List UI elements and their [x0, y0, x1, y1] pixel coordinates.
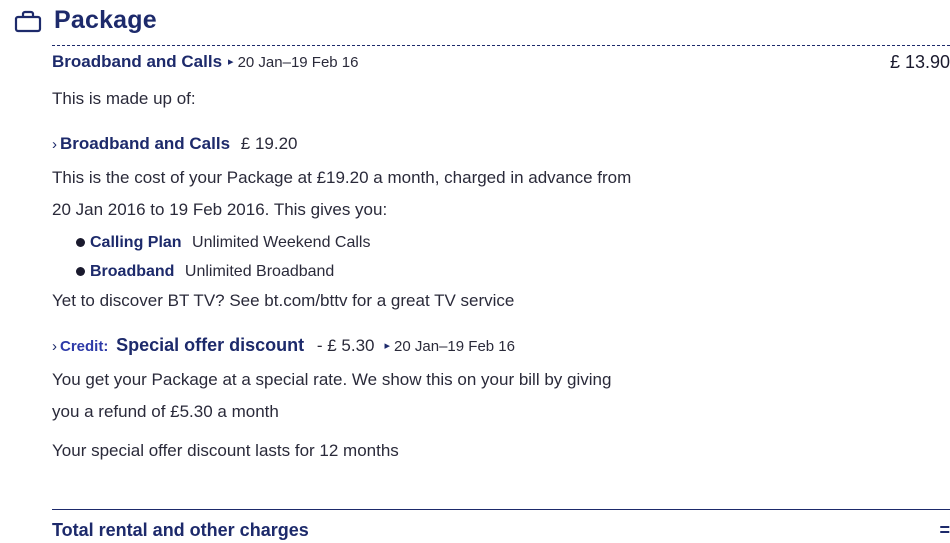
chevron-right-icon: ›	[52, 338, 57, 355]
section-header: Package	[14, 6, 157, 35]
arrow-icon: ▸	[228, 56, 234, 68]
credit-label: Credit:	[60, 338, 109, 355]
item2-note: Your special offer discount lasts for 12…	[52, 441, 399, 460]
package-icon	[14, 10, 42, 32]
bullet-label: Broadband	[90, 263, 175, 280]
arrow-icon: ▸	[384, 340, 391, 352]
total-label-text: Total rental and other charges	[52, 520, 309, 540]
chevron-right-icon: ›	[52, 136, 57, 153]
bullet-value: Unlimited Weekend Calls	[192, 234, 371, 251]
total-equals: =	[939, 520, 950, 540]
bullet-icon	[76, 267, 85, 276]
item2-heading[interactable]: › Credit: Special offer discount - £ 5.30…	[52, 335, 515, 356]
section-title: Package	[54, 6, 157, 34]
item1-amount: £ 19.20	[240, 134, 298, 153]
item2-period: 20 Jan–19 Feb 16	[394, 338, 515, 355]
item2-desc-1: You get your Package at a special rate. …	[52, 370, 612, 389]
bullet-label: Calling Plan	[90, 234, 182, 251]
promo-text: Yet to discover BT TV? See bt.com/bttv f…	[52, 291, 515, 310]
made-up-of: This is made up of:	[52, 89, 196, 108]
item1-title: Broadband and Calls	[60, 134, 231, 153]
item2-amount: - £ 5.30	[316, 336, 375, 355]
item1-heading[interactable]: › Broadband and Calls £ 19.20	[52, 134, 298, 154]
solid-divider	[52, 509, 950, 510]
item1-desc-2: 20 Jan 2016 to 19 Feb 2016. This gives y…	[52, 200, 388, 219]
package-line: Broadband and Calls ▸ 20 Jan–19 Feb 16	[52, 52, 359, 72]
item1-desc-1: This is the cost of your Package at £19.…	[52, 168, 632, 187]
bullet-item: Broadband Unlimited Broadband	[76, 263, 334, 281]
item2-title: Special offer discount	[116, 335, 305, 355]
total-label: Total rental and other charges	[52, 520, 309, 541]
item2-desc-2: you a refund of £5.30 a month	[52, 402, 279, 421]
package-name: Broadband and Calls	[52, 52, 223, 71]
dashed-divider	[52, 45, 950, 46]
bullet-icon	[76, 238, 85, 247]
package-amount: £ 13.90	[889, 52, 950, 72]
bullet-value: Unlimited Broadband	[184, 263, 335, 280]
package-period: 20 Jan–19 Feb 16	[237, 54, 359, 71]
bullet-item: Calling Plan Unlimited Weekend Calls	[76, 234, 370, 252]
